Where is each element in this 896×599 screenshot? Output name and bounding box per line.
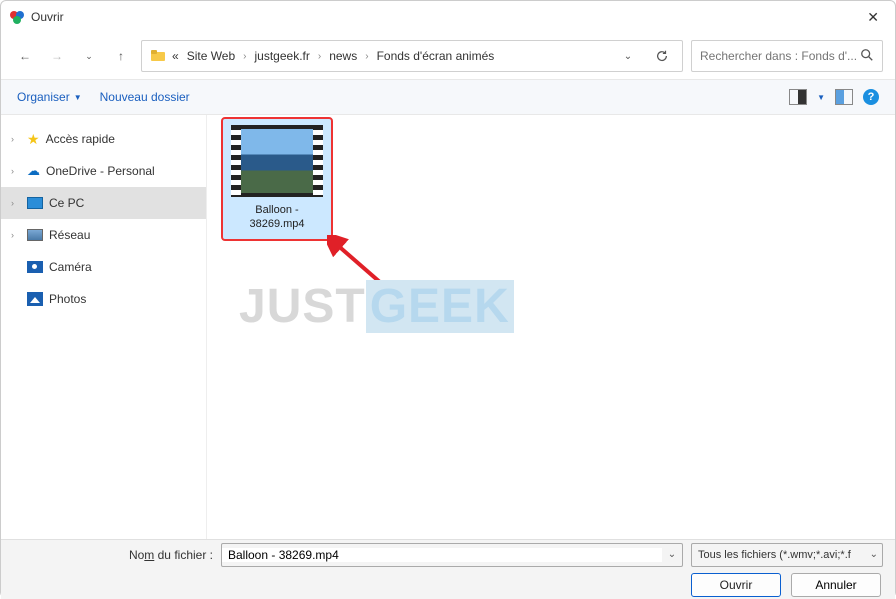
organise-menu[interactable]: Organiser ▼: [17, 90, 82, 104]
file-list[interactable]: Balloon -38269.mp4: [207, 115, 895, 539]
nav-recent-dropdown[interactable]: ⌄: [77, 44, 101, 68]
sidebar-item-label: Photos: [49, 292, 86, 306]
address-dropdown[interactable]: ⌄: [616, 44, 640, 68]
filter-label: Tous les fichiers (*.wmv;*.avi;*.f: [698, 549, 851, 561]
filename-combo[interactable]: ⌄: [221, 543, 683, 567]
file-type-filter[interactable]: Tous les fichiers (*.wmv;*.avi;*.f ⌄: [691, 543, 883, 567]
pc-icon: [27, 197, 43, 209]
annotation-arrow-icon: [327, 235, 407, 305]
sidebar-item-this-pc[interactable]: › Ce PC: [1, 187, 206, 219]
navbar: ← → ⌄ ↑ « Site Web › justgeek.fr › news …: [1, 33, 895, 79]
dropdown-triangle-icon: ▼: [74, 93, 82, 102]
sidebar-item-label: OneDrive - Personal: [46, 164, 155, 178]
expand-icon[interactable]: ›: [11, 134, 21, 144]
cloud-icon: ☁: [27, 163, 40, 179]
address-bar[interactable]: « Site Web › justgeek.fr › news › Fonds …: [141, 40, 683, 72]
expand-icon[interactable]: ›: [11, 166, 21, 176]
breadcrumb-prefix: «: [170, 47, 181, 65]
command-bar: Organiser ▼ Nouveau dossier ▼ ?: [1, 79, 895, 115]
star-icon: ★: [27, 131, 40, 148]
video-thumbnail: [231, 125, 323, 197]
expand-icon[interactable]: ›: [11, 230, 21, 240]
breadcrumb-item[interactable]: Site Web: [185, 47, 237, 65]
breadcrumb-item[interactable]: news: [327, 47, 359, 65]
expand-icon[interactable]: ›: [11, 198, 21, 208]
sidebar-item-network[interactable]: › Réseau: [1, 219, 206, 251]
app-icon: [9, 9, 25, 25]
photos-icon: [27, 292, 43, 306]
breadcrumb-item[interactable]: justgeek.fr: [253, 47, 312, 65]
sidebar-item-label: Caméra: [49, 260, 92, 274]
breadcrumb-item[interactable]: Fonds d'écran animés: [375, 47, 497, 65]
search-input[interactable]: [700, 49, 860, 63]
filename-input[interactable]: [222, 548, 662, 562]
sidebar-item-photos[interactable]: Photos: [1, 283, 206, 315]
filename-label: Nom du fichier :: [13, 548, 213, 562]
filename-dropdown[interactable]: ⌄: [662, 549, 682, 560]
sidebar-item-camera[interactable]: Caméra: [1, 251, 206, 283]
open-button[interactable]: Ouvrir: [691, 573, 781, 597]
search-box[interactable]: [691, 40, 883, 72]
sidebar-item-label: Ce PC: [49, 196, 84, 210]
nav-back[interactable]: ←: [13, 44, 37, 68]
sidebar-item-quick-access[interactable]: › ★ Accès rapide: [1, 123, 206, 155]
footer: Nom du fichier : ⌄ Tous les fichiers (*.…: [1, 539, 895, 599]
file-name-label: Balloon -38269.mp4: [228, 203, 326, 231]
content-area: › ★ Accès rapide › ☁ OneDrive - Personal…: [1, 115, 895, 539]
chevron-right-icon[interactable]: ›: [363, 51, 370, 62]
titlebar: Ouvrir ✕: [1, 1, 895, 33]
chevron-right-icon[interactable]: ›: [241, 51, 248, 62]
filter-dropdown-icon: ⌄: [870, 549, 878, 560]
help-button[interactable]: ?: [863, 89, 879, 105]
network-icon: [27, 229, 43, 241]
organise-label: Organiser: [17, 90, 70, 104]
close-button[interactable]: ✕: [859, 5, 887, 30]
folder-icon: [150, 48, 166, 64]
view-mode-button[interactable]: [789, 89, 807, 105]
nav-tree: › ★ Accès rapide › ☁ OneDrive - Personal…: [1, 115, 207, 539]
new-folder-button[interactable]: Nouveau dossier: [100, 90, 190, 104]
sidebar-item-label: Réseau: [49, 228, 90, 242]
chevron-right-icon[interactable]: ›: [316, 51, 323, 62]
search-icon[interactable]: [860, 48, 874, 65]
sidebar-item-label: Accès rapide: [46, 132, 115, 146]
camera-icon: [27, 261, 43, 273]
nav-forward: →: [45, 44, 69, 68]
window-title: Ouvrir: [31, 10, 64, 24]
refresh-button[interactable]: [650, 44, 674, 68]
file-item-selected[interactable]: Balloon -38269.mp4: [221, 117, 333, 241]
cancel-button[interactable]: Annuler: [791, 573, 881, 597]
view-mode-dropdown[interactable]: ▼: [817, 93, 825, 102]
sidebar-item-onedrive[interactable]: › ☁ OneDrive - Personal: [1, 155, 206, 187]
nav-up[interactable]: ↑: [109, 44, 133, 68]
preview-pane-toggle[interactable]: [835, 89, 853, 105]
